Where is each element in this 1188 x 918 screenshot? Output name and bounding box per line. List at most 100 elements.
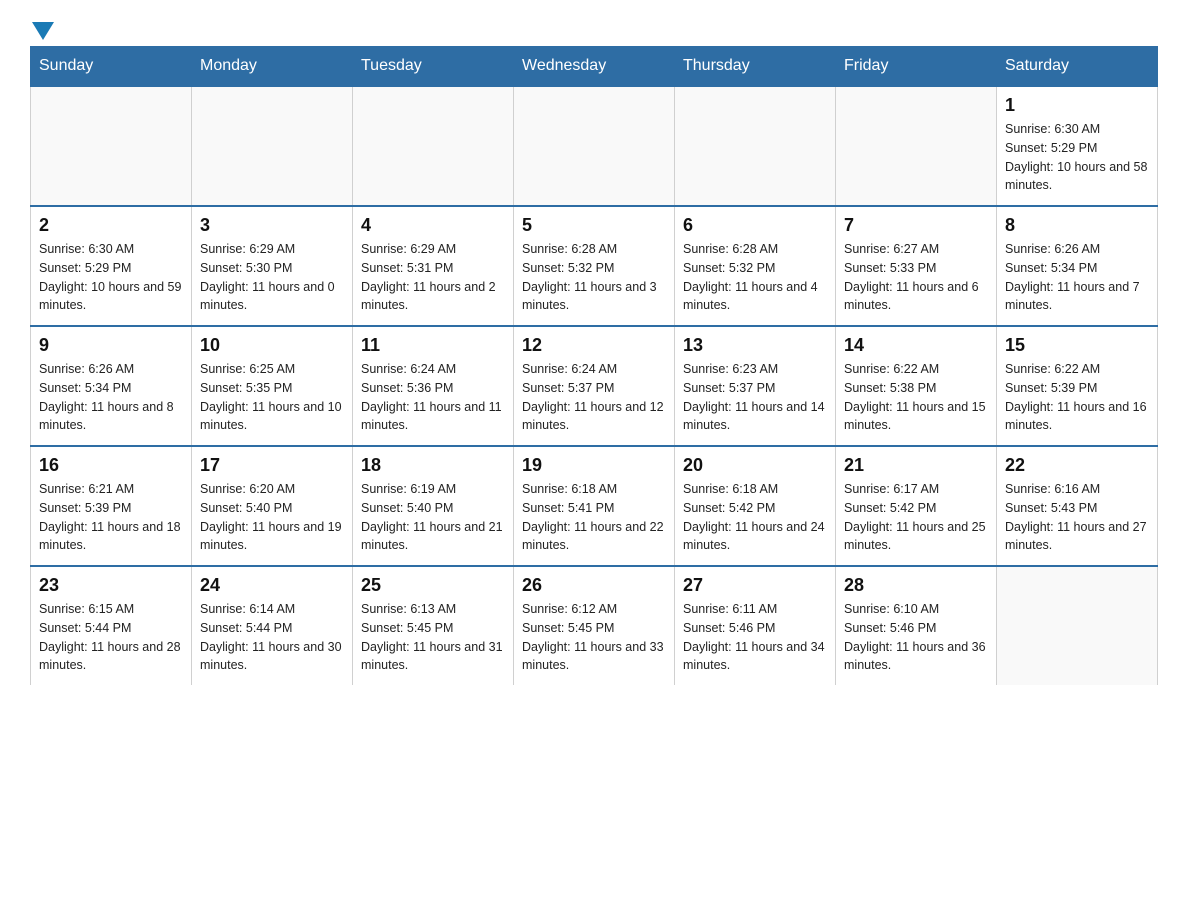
calendar-day-cell: 6 Sunrise: 6:28 AMSunset: 5:32 PMDaylight… [675,206,836,326]
calendar-day-cell: 11 Sunrise: 6:24 AMSunset: 5:36 PMDayligh… [353,326,514,446]
day-number: 19 [522,455,666,476]
calendar-day-cell [836,86,997,206]
day-info: Sunrise: 6:26 AMSunset: 5:34 PMDaylight:… [1005,240,1149,315]
day-info: Sunrise: 6:21 AMSunset: 5:39 PMDaylight:… [39,480,183,555]
day-number: 8 [1005,215,1149,236]
day-number: 16 [39,455,183,476]
day-info: Sunrise: 6:14 AMSunset: 5:44 PMDaylight:… [200,600,344,675]
calendar-day-cell: 9Sunrise: 6:26 AMSunset: 5:34 PMDaylight… [31,326,192,446]
day-number: 7 [844,215,988,236]
day-number: 22 [1005,455,1149,476]
day-info: Sunrise: 6:28 AMSunset: 5:32 PMDaylight:… [522,240,666,315]
calendar-day-cell: 10 Sunrise: 6:25 AMSunset: 5:35 PMDayligh… [192,326,353,446]
day-info: Sunrise: 6:30 AMSunset: 5:29 PMDaylight:… [1005,120,1149,195]
calendar-day-cell: 18Sunrise: 6:19 AMSunset: 5:40 PMDayligh… [353,446,514,566]
day-number: 25 [361,575,505,596]
day-info: Sunrise: 6:28 AMSunset: 5:32 PMDaylight:… [683,240,827,315]
day-info: Sunrise: 6:20 AMSunset: 5:40 PMDaylight:… [200,480,344,555]
day-number: 23 [39,575,183,596]
calendar-week-row: 9Sunrise: 6:26 AMSunset: 5:34 PMDaylight… [31,326,1158,446]
day-info: Sunrise: 6:24 AMSunset: 5:37 PMDaylight:… [522,360,666,435]
day-number: 27 [683,575,827,596]
day-number: 10 [200,335,344,356]
calendar-day-cell: 25 Sunrise: 6:13 AMSunset: 5:45 PMDayligh… [353,566,514,685]
calendar-day-cell: 24 Sunrise: 6:14 AMSunset: 5:44 PMDayligh… [192,566,353,685]
calendar-day-cell: 14Sunrise: 6:22 AMSunset: 5:38 PMDayligh… [836,326,997,446]
day-info: Sunrise: 6:24 AMSunset: 5:36 PMDaylight:… [361,360,505,435]
calendar-day-cell: 5 Sunrise: 6:28 AMSunset: 5:32 PMDaylight… [514,206,675,326]
calendar-day-cell: 21 Sunrise: 6:17 AMSunset: 5:42 PMDayligh… [836,446,997,566]
calendar-day-cell [675,86,836,206]
day-number: 21 [844,455,988,476]
calendar-day-cell [514,86,675,206]
calendar-day-cell: 26Sunrise: 6:12 AMSunset: 5:45 PMDayligh… [514,566,675,685]
day-number: 3 [200,215,344,236]
day-number: 9 [39,335,183,356]
day-number: 13 [683,335,827,356]
calendar-day-cell: 4Sunrise: 6:29 AMSunset: 5:31 PMDaylight… [353,206,514,326]
logo-arrow-icon [32,22,54,40]
calendar-day-cell: 16 Sunrise: 6:21 AMSunset: 5:39 PMDayligh… [31,446,192,566]
calendar-day-cell [997,566,1158,685]
day-number: 17 [200,455,344,476]
day-number: 24 [200,575,344,596]
calendar-day-cell [192,86,353,206]
logo [30,20,54,36]
calendar-day-cell: 7 Sunrise: 6:27 AMSunset: 5:33 PMDaylight… [836,206,997,326]
calendar-day-cell: 23Sunrise: 6:15 AMSunset: 5:44 PMDayligh… [31,566,192,685]
day-number: 6 [683,215,827,236]
day-info: Sunrise: 6:27 AMSunset: 5:33 PMDaylight:… [844,240,988,315]
calendar-day-cell: 8 Sunrise: 6:26 AMSunset: 5:34 PMDaylight… [997,206,1158,326]
calendar-table: SundayMondayTuesdayWednesdayThursdayFrid… [30,46,1158,685]
day-info: Sunrise: 6:23 AMSunset: 5:37 PMDaylight:… [683,360,827,435]
weekday-header: Monday [192,47,353,87]
weekday-header: Wednesday [514,47,675,87]
day-info: Sunrise: 6:11 AMSunset: 5:46 PMDaylight:… [683,600,827,675]
day-number: 11 [361,335,505,356]
day-number: 28 [844,575,988,596]
calendar-day-cell: 13 Sunrise: 6:23 AMSunset: 5:37 PMDayligh… [675,326,836,446]
day-info: Sunrise: 6:22 AMSunset: 5:38 PMDaylight:… [844,360,988,435]
calendar-day-cell: 17 Sunrise: 6:20 AMSunset: 5:40 PMDayligh… [192,446,353,566]
day-info: Sunrise: 6:17 AMSunset: 5:42 PMDaylight:… [844,480,988,555]
calendar-day-cell: 27 Sunrise: 6:11 AMSunset: 5:46 PMDayligh… [675,566,836,685]
day-number: 2 [39,215,183,236]
calendar-week-row: 16 Sunrise: 6:21 AMSunset: 5:39 PMDayligh… [31,446,1158,566]
day-info: Sunrise: 6:16 AMSunset: 5:43 PMDaylight:… [1005,480,1149,555]
calendar-day-cell: 22 Sunrise: 6:16 AMSunset: 5:43 PMDayligh… [997,446,1158,566]
weekday-header: Thursday [675,47,836,87]
day-info: Sunrise: 6:29 AMSunset: 5:31 PMDaylight:… [361,240,505,315]
calendar-day-cell: 1 Sunrise: 6:30 AMSunset: 5:29 PMDaylight… [997,86,1158,206]
weekday-header: Tuesday [353,47,514,87]
calendar-day-cell: 3 Sunrise: 6:29 AMSunset: 5:30 PMDaylight… [192,206,353,326]
calendar-week-row: 1 Sunrise: 6:30 AMSunset: 5:29 PMDaylight… [31,86,1158,206]
calendar-day-cell [353,86,514,206]
day-number: 15 [1005,335,1149,356]
day-info: Sunrise: 6:25 AMSunset: 5:35 PMDaylight:… [200,360,344,435]
day-info: Sunrise: 6:29 AMSunset: 5:30 PMDaylight:… [200,240,344,315]
calendar-day-cell: 28 Sunrise: 6:10 AMSunset: 5:46 PMDayligh… [836,566,997,685]
day-number: 12 [522,335,666,356]
weekday-header: Sunday [31,47,192,87]
day-info: Sunrise: 6:22 AMSunset: 5:39 PMDaylight:… [1005,360,1149,435]
calendar-day-cell: 20 Sunrise: 6:18 AMSunset: 5:42 PMDayligh… [675,446,836,566]
day-number: 1 [1005,95,1149,116]
day-info: Sunrise: 6:18 AMSunset: 5:42 PMDaylight:… [683,480,827,555]
day-number: 18 [361,455,505,476]
day-number: 20 [683,455,827,476]
calendar-day-cell: 2 Sunrise: 6:30 AMSunset: 5:29 PMDaylight… [31,206,192,326]
calendar-week-row: 2 Sunrise: 6:30 AMSunset: 5:29 PMDaylight… [31,206,1158,326]
weekday-header: Saturday [997,47,1158,87]
day-number: 5 [522,215,666,236]
calendar-day-cell: 19 Sunrise: 6:18 AMSunset: 5:41 PMDayligh… [514,446,675,566]
weekday-header: Friday [836,47,997,87]
day-info: Sunrise: 6:30 AMSunset: 5:29 PMDaylight:… [39,240,183,315]
logo-general-text [30,20,54,40]
calendar-day-cell: 15 Sunrise: 6:22 AMSunset: 5:39 PMDayligh… [997,326,1158,446]
calendar-week-row: 23Sunrise: 6:15 AMSunset: 5:44 PMDayligh… [31,566,1158,685]
calendar-day-cell [31,86,192,206]
day-info: Sunrise: 6:10 AMSunset: 5:46 PMDaylight:… [844,600,988,675]
page-header [30,20,1158,36]
day-info: Sunrise: 6:13 AMSunset: 5:45 PMDaylight:… [361,600,505,675]
day-info: Sunrise: 6:18 AMSunset: 5:41 PMDaylight:… [522,480,666,555]
